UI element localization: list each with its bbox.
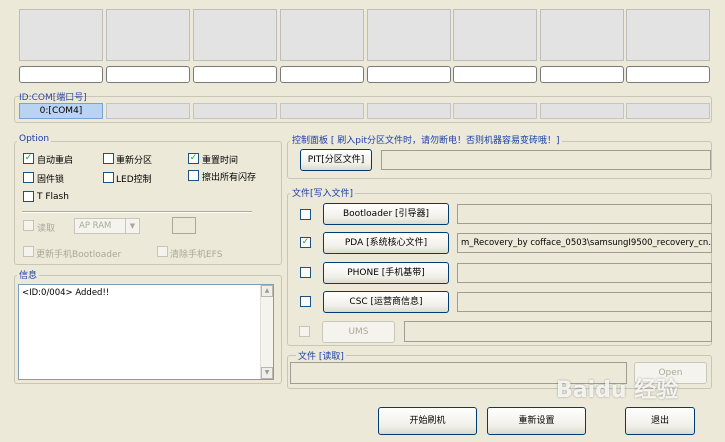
update-bootloader-label: 更新手机Bootloader	[36, 250, 122, 260]
files-write-title: 文件[写入文件]	[290, 186, 356, 199]
slot-status-field	[626, 66, 710, 83]
led-control-label: LED控制	[116, 175, 152, 185]
control-panel-title: 控制面板 [ 刷入pit分区文件时，请勿断电！否则机器容易变砖哦！]	[290, 133, 562, 146]
pda-checkbox[interactable]: ✓	[300, 237, 311, 248]
read-size-field[interactable]	[172, 217, 196, 234]
baidu-watermark: Baidu 经验	[556, 378, 679, 403]
pit-path-field[interactable]	[381, 150, 711, 170]
port-cell[interactable]	[106, 103, 190, 119]
bootloader-checkbox[interactable]	[300, 209, 311, 220]
tflash-label: T Flash	[37, 192, 69, 202]
auto-reboot-checkbox[interactable]: ✓	[23, 153, 34, 164]
csc-path-field[interactable]	[457, 292, 712, 312]
log-textarea[interactable]: <ID:0/004> Added!! ▲ ▼	[18, 284, 274, 380]
files-read-title: 文件 [读取]	[296, 349, 346, 362]
log-scrollbar[interactable]: ▲ ▼	[260, 285, 273, 379]
reset-time-label: 重置时间	[202, 156, 239, 166]
phone-button[interactable]: PHONE [手机基带]	[323, 262, 449, 284]
slot-box	[280, 9, 364, 61]
re-partition-checkbox[interactable]	[103, 153, 114, 164]
scroll-down-icon[interactable]: ▼	[261, 367, 273, 379]
log-line: <ID:0/004> Added!!	[22, 288, 110, 298]
info-title: 信息	[17, 268, 40, 281]
bootloader-path-field[interactable]	[457, 204, 712, 224]
slot-status-field	[193, 66, 277, 83]
port-cell-active[interactable]: 0:[COM4]	[19, 103, 103, 119]
reset-time-checkbox[interactable]: ✓	[188, 153, 199, 164]
slot-status-field	[280, 66, 364, 83]
option-title: Option	[17, 134, 52, 144]
slot-box	[19, 9, 103, 61]
re-partition-label: 重新分区	[116, 156, 153, 166]
read-type-select[interactable]: AP RAM ▼	[74, 218, 140, 234]
port-cell[interactable]	[280, 103, 364, 119]
pda-path-field[interactable]: m_Recovery_by cofface_0503\samsungI9500_…	[457, 233, 712, 253]
slot-box	[106, 9, 190, 61]
pit-button[interactable]: PIT[分区文件]	[300, 149, 372, 171]
exit-button[interactable]: 退出	[625, 407, 695, 435]
update-bootloader-checkbox[interactable]	[23, 246, 34, 257]
firmware-lock-checkbox[interactable]	[23, 172, 34, 183]
led-control-checkbox[interactable]	[103, 172, 114, 183]
port-cell[interactable]	[626, 103, 710, 119]
tflash-checkbox[interactable]	[23, 191, 34, 202]
slot-status-field	[540, 66, 624, 83]
chevron-down-icon[interactable]: ▼	[125, 219, 139, 233]
port-section-label: ID:COM[端口号]	[19, 93, 87, 103]
option-divider	[22, 211, 252, 213]
csc-checkbox[interactable]	[300, 296, 311, 307]
scroll-up-icon[interactable]: ▲	[261, 285, 273, 297]
port-cell[interactable]	[193, 103, 277, 119]
read-type-value: AP RAM	[79, 221, 112, 231]
slot-box	[540, 9, 624, 61]
slot-box	[453, 9, 537, 61]
phone-path-field[interactable]	[457, 263, 712, 283]
slot-box	[367, 9, 451, 61]
read-label: 读取	[37, 224, 56, 234]
ums-button[interactable]: UMS	[322, 321, 395, 343]
port-cell[interactable]	[367, 103, 451, 119]
slot-status-field	[367, 66, 451, 83]
clear-efs-checkbox[interactable]	[157, 246, 168, 257]
slot-status-field	[106, 66, 190, 83]
bootloader-button[interactable]: Bootloader [引导器]	[323, 203, 449, 225]
ums-path-field[interactable]	[404, 321, 712, 342]
read-checkbox[interactable]	[23, 220, 34, 231]
phone-checkbox[interactable]	[300, 267, 311, 278]
slot-box	[193, 9, 277, 61]
slot-box	[626, 9, 710, 61]
csc-button[interactable]: CSC [运营商信息]	[323, 291, 449, 313]
nand-erase-label: 擦出所有闪存	[202, 173, 257, 183]
pda-button[interactable]: PDA [系统核心文件]	[323, 232, 449, 254]
reset-button[interactable]: 重新设置	[487, 407, 586, 435]
nand-erase-checkbox[interactable]	[188, 170, 199, 181]
ums-checkbox[interactable]	[299, 326, 310, 337]
firmware-lock-label: 固件锁	[37, 175, 65, 185]
port-cell[interactable]	[453, 103, 537, 119]
start-button[interactable]: 开始刷机	[378, 407, 477, 435]
slot-status-field	[19, 66, 103, 83]
clear-efs-label: 清除手机EFS	[170, 250, 223, 260]
auto-reboot-label: 自动重启	[37, 156, 74, 166]
port-cell[interactable]	[540, 103, 624, 119]
slot-status-field	[453, 66, 537, 83]
